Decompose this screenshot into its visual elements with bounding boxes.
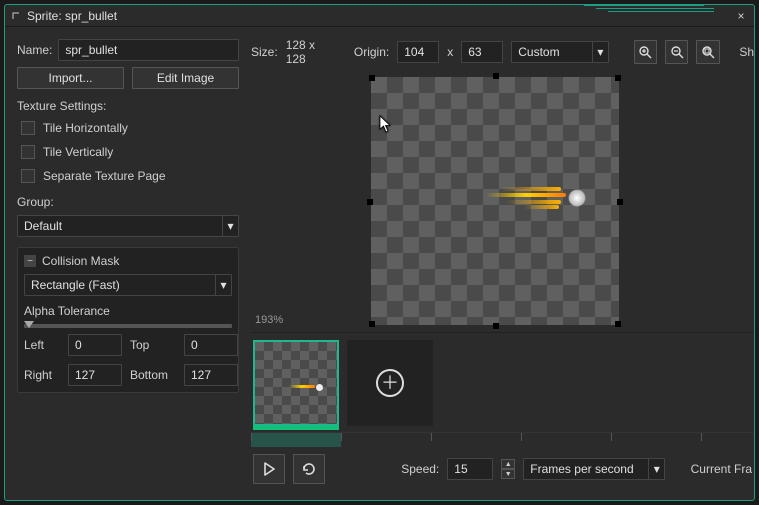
checkbox-icon [21,121,35,135]
chevron-down-icon: ▾ [222,216,238,236]
top-label: Top [130,338,176,352]
size-value: 128 x 128 [286,39,333,65]
handle-ml[interactable] [367,199,373,205]
spinner-down-icon[interactable]: ▼ [501,469,515,479]
group-label: Group: [17,195,239,209]
zoom-fit-icon [701,45,715,59]
plus-circle-icon: ＋ [376,369,404,397]
name-label: Name: [17,43,52,57]
titlebar[interactable]: Sprite: spr_bullet × [5,5,754,27]
origin-x-input[interactable] [397,41,439,63]
sprite-window: Sprite: spr_bullet × Name: Import... Edi… [4,4,755,501]
sprite-bullet [466,181,586,211]
checkbox-icon [21,169,35,183]
size-label: Size: [251,45,278,59]
speed-unit-select[interactable]: Frames per second ▾ [523,458,665,480]
top-input[interactable] [184,334,238,356]
group-value: Default [24,219,62,233]
canvas-area[interactable]: 193% [251,71,754,332]
edit-image-button[interactable]: Edit Image [132,67,239,89]
handle-tl[interactable] [369,75,375,81]
sep-page-label: Separate Texture Page [43,169,166,183]
loop-button[interactable] [293,454,325,484]
collision-mask-header[interactable]: − Collision Mask [24,254,232,268]
close-icon[interactable]: × [734,9,748,23]
collision-mask-label: Collision Mask [42,254,119,268]
mask-shape-value: Rectangle (Fast) [31,278,120,292]
right-label: Right [24,368,60,382]
bottom-input[interactable] [184,364,238,386]
slider-thumb-icon [24,321,34,328]
window-body: Name: Import... Edit Image Texture Setti… [5,27,754,500]
tile-horizontally-checkbox[interactable]: Tile Horizontally [17,121,239,135]
collision-mask-panel: − Collision Mask Rectangle (Fast) ▾ Alph… [17,247,239,393]
left-input[interactable] [68,334,122,356]
add-frame-button[interactable]: ＋ [347,340,433,426]
top-row: Size: 128 x 128 Origin: x Custom ▾ [251,39,754,65]
window-title: Sprite: spr_bullet [27,9,734,23]
timeline-highlight [251,433,341,447]
alpha-tolerance-slider[interactable] [24,324,232,328]
tile-v-label: Tile Vertically [43,145,113,159]
origin-mode-value: Custom [518,45,559,59]
zoom-in-icon [638,45,652,59]
left-panel: Name: Import... Edit Image Texture Setti… [17,39,239,488]
bottom-label: Bottom [130,368,176,382]
play-button[interactable] [253,454,285,484]
tile-h-label: Tile Horizontally [43,121,128,135]
handle-tc[interactable] [493,73,499,79]
right-panel: Size: 128 x 128 Origin: x Custom ▾ [251,39,754,488]
frame-thumbnail[interactable] [253,340,339,426]
handle-bc[interactable] [493,323,499,329]
origin-y-input[interactable] [461,41,503,63]
speed-unit-value: Frames per second [530,462,633,476]
name-input[interactable] [58,39,239,61]
speed-label: Speed: [401,462,439,476]
left-label: Left [24,338,60,352]
texture-settings-label: Texture Settings: [17,99,239,113]
frames-strip: ＋ [251,332,754,432]
handle-bl[interactable] [369,321,375,327]
handle-br[interactable] [615,321,621,327]
handle-mr[interactable] [617,199,623,205]
separate-texture-page-checkbox[interactable]: Separate Texture Page [17,169,239,183]
frame-active-indicator [253,426,339,430]
zoom-out-icon [670,45,684,59]
alpha-tolerance-label: Alpha Tolerance [24,304,232,318]
speed-spinner[interactable]: ▲ ▼ [501,459,515,479]
play-icon [263,462,275,476]
right-input[interactable] [68,364,122,386]
playback-bar: Speed: ▲ ▼ Frames per second ▾ Current F… [251,446,754,488]
speed-input[interactable] [447,458,493,480]
zoom-fit-button[interactable] [696,40,719,64]
chevron-down-icon: ▾ [648,459,664,479]
collapse-icon: − [24,255,36,267]
zoom-out-button[interactable] [665,40,688,64]
show-label-cut: Sh [739,45,754,59]
origin-sep: x [447,45,453,59]
mask-shape-select[interactable]: Rectangle (Fast) ▾ [24,274,232,296]
spinner-up-icon[interactable]: ▲ [501,459,515,469]
zoom-in-button[interactable] [634,40,657,64]
origin-mode-select[interactable]: Custom ▾ [511,41,609,63]
import-button[interactable]: Import... [17,67,124,89]
origin-label: Origin: [354,45,389,59]
tile-vertically-checkbox[interactable]: Tile Vertically [17,145,239,159]
group-select[interactable]: Default ▾ [17,215,239,237]
loop-icon [301,462,317,476]
chevron-down-icon: ▾ [592,42,608,62]
current-frame-label-cut: Current Fra [691,462,752,476]
timeline-ruler[interactable] [251,432,754,446]
zoom-level: 193% [255,314,283,326]
checkbox-icon [21,145,35,159]
expand-icon [11,11,21,21]
chevron-down-icon: ▾ [215,275,231,295]
handle-tr[interactable] [615,75,621,81]
